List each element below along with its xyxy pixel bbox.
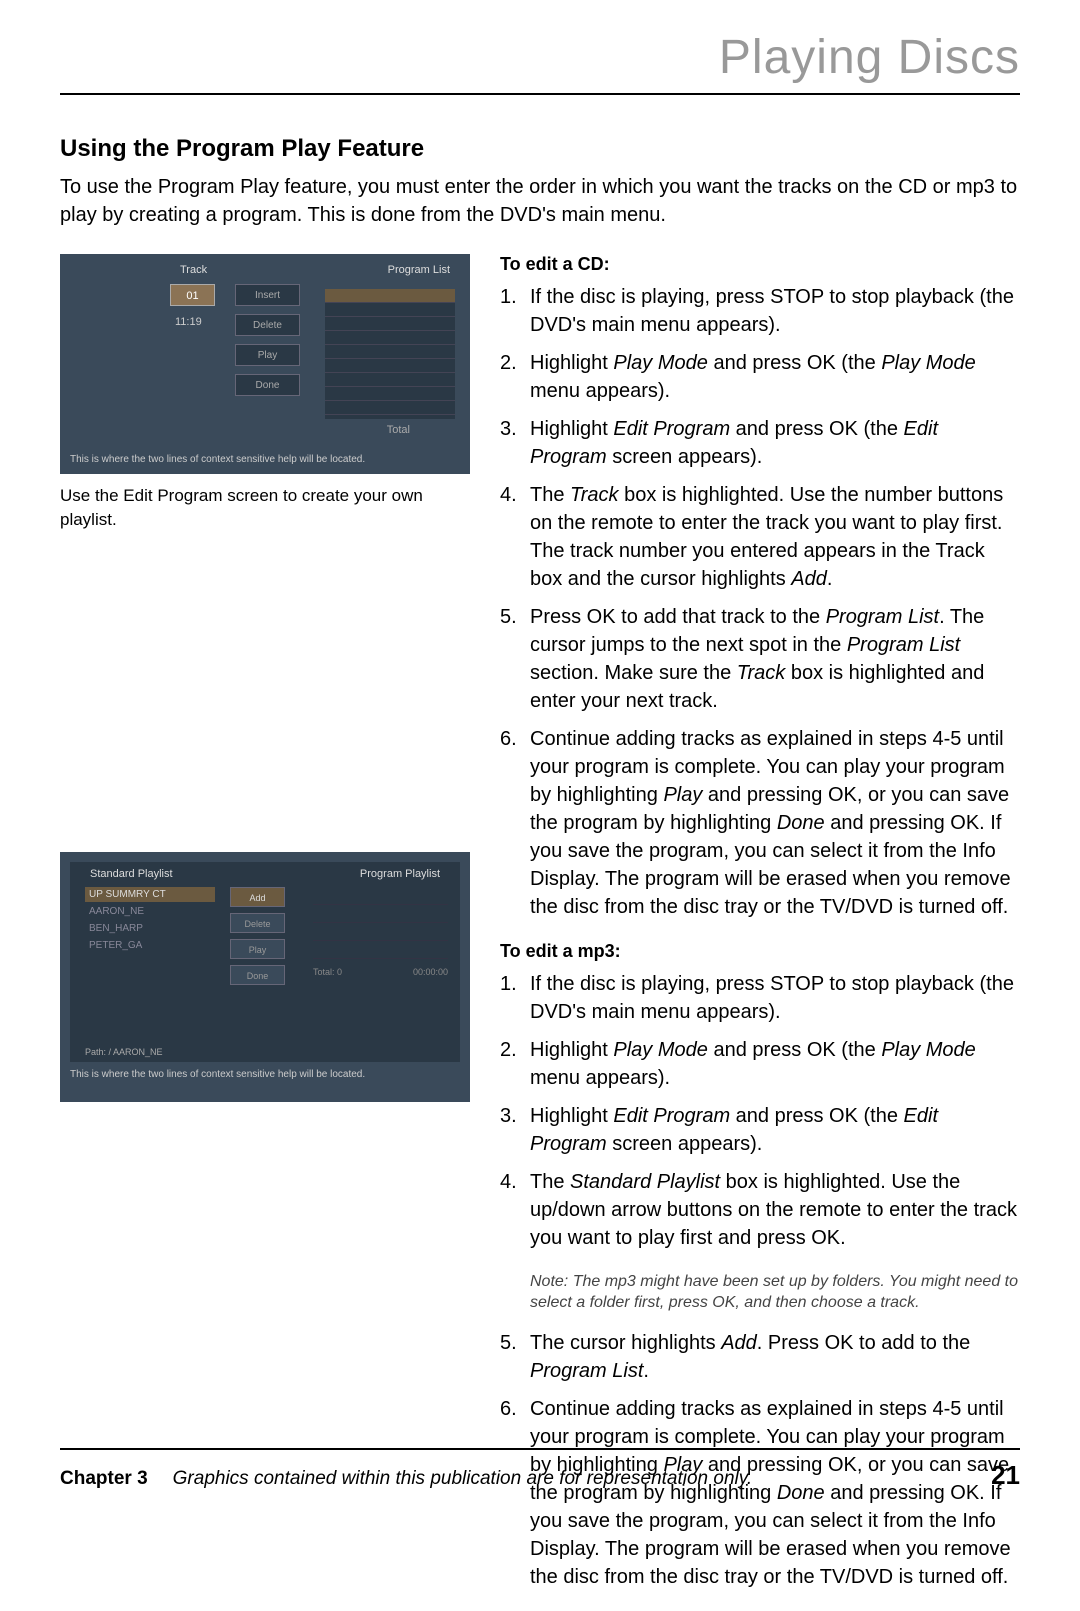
footer-graphics-note: Graphics contained within this publicati… xyxy=(173,1468,991,1490)
section-heading: Using the Program Play Feature xyxy=(60,135,1020,163)
step-number: 4. xyxy=(500,481,530,593)
insert-button: Insert xyxy=(235,284,300,306)
step-text: The cursor highlights Add. Press OK to a… xyxy=(530,1329,1020,1385)
program-playlist-label: Program Playlist xyxy=(360,868,440,880)
done-button: Done xyxy=(235,374,300,396)
step-number: 5. xyxy=(500,603,530,715)
step-text: Highlight Edit Program and press OK (the… xyxy=(530,1102,1020,1158)
program-list-grid xyxy=(325,289,455,419)
help-text-2: This is where the two lines of context s… xyxy=(70,1068,460,1081)
step-number: 2. xyxy=(500,1036,530,1092)
step-text: Highlight Play Mode and press OK (the Pl… xyxy=(530,349,1020,405)
step-number: 4. xyxy=(500,1168,530,1252)
play-button: Play xyxy=(230,939,285,959)
time-value: 11:19 xyxy=(175,316,202,328)
total-label: Total xyxy=(387,424,410,436)
cd-heading: To edit a CD: xyxy=(500,254,1020,275)
info-path: Path: / AARON_NE xyxy=(85,1047,163,1057)
delete-button: Delete xyxy=(230,913,285,933)
list-item: UP SUMMRY CT xyxy=(85,887,215,902)
track-input: 01 xyxy=(170,284,215,306)
step-number: 5. xyxy=(500,1329,530,1385)
edit-program-cd-screenshot: Track Program List 01 Insert 11:19 Delet… xyxy=(60,254,470,474)
delete-button: Delete xyxy=(235,314,300,336)
mp3-heading: To edit a mp3: xyxy=(500,941,1020,962)
program-playlist-grid: Total: 0 00:00:00 xyxy=(313,887,448,977)
step-text: If the disc is playing, press STOP to st… xyxy=(530,970,1020,1026)
program-list-label: Program List xyxy=(388,264,450,276)
add-button: Add xyxy=(230,887,285,907)
step-text: Press OK to add that track to the Progra… xyxy=(530,603,1020,715)
help-text: This is where the two lines of context s… xyxy=(70,453,365,466)
step-number: 6. xyxy=(500,1395,530,1591)
track-label: Track xyxy=(180,264,207,276)
playlist-list: UP SUMMRY CT AARON_NE BEN_HARP PETER_GA xyxy=(85,887,215,955)
list-item: BEN_HARP xyxy=(85,921,215,936)
list-item: PETER_GA xyxy=(85,938,215,953)
total-value: Total: 0 xyxy=(313,967,342,977)
standard-playlist-label: Standard Playlist xyxy=(90,868,173,880)
step-text: The Track box is highlighted. Use the nu… xyxy=(530,481,1020,593)
mp3-note: Note: The mp3 might have been set up by … xyxy=(530,1272,1020,1314)
edit-program-mp3-screenshot: Standard Playlist Program Playlist UP SU… xyxy=(60,852,470,1102)
list-item: AARON_NE xyxy=(85,904,215,919)
duration-value: 00:00:00 xyxy=(413,967,448,977)
step-text: Highlight Edit Program and press OK (the… xyxy=(530,415,1020,471)
step-text: Continue adding tracks as explained in s… xyxy=(530,725,1020,921)
page-header-title: Playing Discs xyxy=(60,30,1020,95)
step-text: Highlight Play Mode and press OK (the Pl… xyxy=(530,1036,1020,1092)
section-intro: To use the Program Play feature, you mus… xyxy=(60,173,1020,229)
footer-page-number: 21 xyxy=(991,1460,1020,1491)
step-number: 1. xyxy=(500,970,530,1026)
footer-chapter: Chapter 3 xyxy=(60,1468,148,1490)
screenshot-1-caption: Use the Edit Program screen to create yo… xyxy=(60,484,470,532)
step-text: If the disc is playing, press STOP to st… xyxy=(530,283,1020,339)
done-button: Done xyxy=(230,965,285,985)
step-number: 1. xyxy=(500,283,530,339)
step-number: 6. xyxy=(500,725,530,921)
page-footer: Chapter 3 Graphics contained within this… xyxy=(60,1448,1020,1491)
mp3-steps: 1.If the disc is playing, press STOP to … xyxy=(500,970,1020,1252)
step-text: Continue adding tracks as explained in s… xyxy=(530,1395,1020,1591)
cd-steps: 1.If the disc is playing, press STOP to … xyxy=(500,283,1020,921)
step-number: 3. xyxy=(500,415,530,471)
step-text: The Standard Playlist box is highlighted… xyxy=(530,1168,1020,1252)
play-button: Play xyxy=(235,344,300,366)
step-number: 3. xyxy=(500,1102,530,1158)
step-number: 2. xyxy=(500,349,530,405)
